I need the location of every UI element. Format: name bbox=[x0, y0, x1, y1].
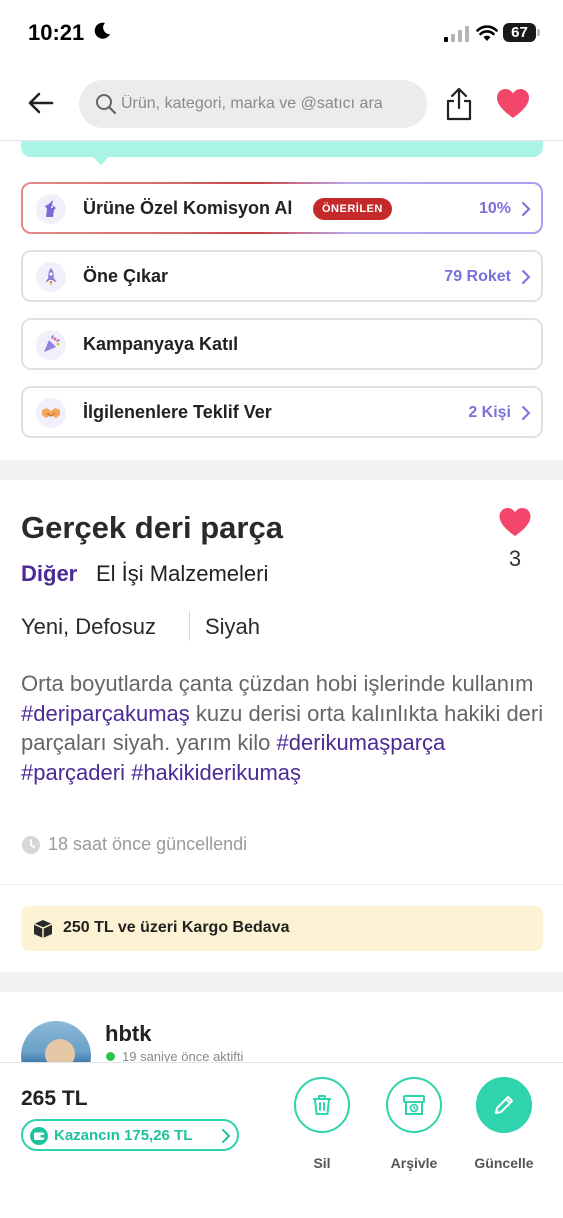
top-navigation bbox=[0, 72, 563, 136]
shipping-banner: 250 TL ve üzeri Kargo Bedava bbox=[21, 906, 543, 951]
hashtag-link[interactable]: #deriparçakumaş bbox=[21, 701, 190, 726]
search-input[interactable] bbox=[121, 80, 421, 128]
battery-level: 67 bbox=[511, 24, 528, 41]
back-arrow-icon[interactable] bbox=[24, 86, 58, 120]
archive-icon bbox=[403, 1095, 425, 1115]
commission-action-row[interactable]: Ürüne Özel Komisyon Al ÖNERİLEN 10% bbox=[21, 182, 543, 234]
chevron-right-icon bbox=[522, 270, 531, 284]
wifi-icon bbox=[476, 25, 498, 41]
commission-value: 10% bbox=[478, 200, 511, 217]
product-condition: Yeni, Defosuz bbox=[21, 614, 156, 639]
campaign-action-row[interactable]: Kampanyaya Katıl bbox=[21, 318, 543, 370]
update-label: Güncelle bbox=[474, 1155, 534, 1171]
product-title: Gerçek deri parça bbox=[21, 510, 283, 545]
product-color: Siyah bbox=[205, 614, 261, 639]
last-updated-text: 18 saat önce güncellendi bbox=[48, 834, 248, 854]
offer-action-row[interactable]: İlgilenenlere Teklif Ver 2 Kişi bbox=[21, 386, 543, 438]
product-description: Orta boyutlarda çanta çüzdan hobi işleri… bbox=[21, 671, 544, 785]
search-bar[interactable] bbox=[79, 80, 427, 128]
chevron-right-icon bbox=[522, 202, 531, 216]
archive-label: Arşivle bbox=[390, 1155, 438, 1171]
recommended-badge: ÖNERİLEN bbox=[313, 198, 392, 220]
clock-icon bbox=[22, 836, 40, 854]
battery-indicator: 67 bbox=[503, 23, 540, 42]
online-status-dot bbox=[106, 1052, 115, 1061]
hashtag-link[interactable]: #hakikiderikumaş bbox=[131, 760, 301, 785]
pencil-icon bbox=[495, 1096, 513, 1114]
wallet-icon bbox=[30, 1127, 48, 1145]
boost-action-row[interactable]: Öne Çıkar 79 Roket bbox=[21, 250, 543, 302]
earnings-pill[interactable]: Kazancın 175,26 TL bbox=[21, 1119, 239, 1151]
earnings-text: Kazancın 175,26 TL bbox=[54, 1127, 193, 1144]
rocket-count: 79 Roket bbox=[444, 268, 511, 285]
hashtag-link[interactable]: #parçaderi bbox=[21, 760, 125, 785]
moon-icon bbox=[94, 22, 110, 39]
cellular-signal-icon bbox=[444, 26, 469, 42]
like-heart-icon[interactable] bbox=[498, 507, 532, 538]
handshake-icon bbox=[42, 408, 60, 418]
status-time: 10:21 bbox=[28, 20, 85, 45]
search-icon bbox=[96, 94, 117, 115]
favorite-heart-icon[interactable] bbox=[496, 88, 530, 120]
rocket-icon bbox=[45, 268, 57, 286]
chevron-right-icon bbox=[522, 406, 531, 420]
party-icon bbox=[44, 335, 60, 352]
hashtag-link[interactable]: #derikumaşparça bbox=[277, 730, 446, 755]
category-link[interactable]: Diğer bbox=[21, 561, 77, 587]
subcategory-link[interactable]: El İşi Malzemeleri bbox=[96, 561, 268, 587]
bottom-action-bar: 265 TL Kazancın 175,26 TL Sil Arşivle Gü… bbox=[0, 1062, 563, 1218]
product-price: 265 TL bbox=[21, 1087, 88, 1110]
shipping-text: 250 TL ve üzeri Kargo Bedava bbox=[63, 919, 290, 936]
interested-count: 2 Kişi bbox=[468, 404, 511, 421]
seller-username[interactable]: hbtk bbox=[105, 1021, 151, 1047]
product-detail-page: 10:21 67 Ürün, kategori, marka ve @satıc… bbox=[0, 0, 563, 1218]
action-label: Kampanyaya Katıl bbox=[83, 334, 239, 354]
delete-label: Sil bbox=[313, 1155, 331, 1171]
share-icon[interactable] bbox=[443, 86, 475, 122]
status-bar: 10:21 67 bbox=[0, 0, 563, 64]
chevron-right-icon bbox=[222, 1129, 231, 1143]
action-label: Öne Çıkar bbox=[83, 266, 169, 286]
like-count: 3 bbox=[508, 546, 522, 571]
trash-icon bbox=[313, 1095, 331, 1115]
action-label: Ürüne Özel Komisyon Al bbox=[83, 198, 293, 218]
package-icon bbox=[33, 920, 53, 938]
unicorn-icon bbox=[45, 200, 56, 217]
action-label: İlgilenenlere Teklif Ver bbox=[83, 402, 272, 422]
